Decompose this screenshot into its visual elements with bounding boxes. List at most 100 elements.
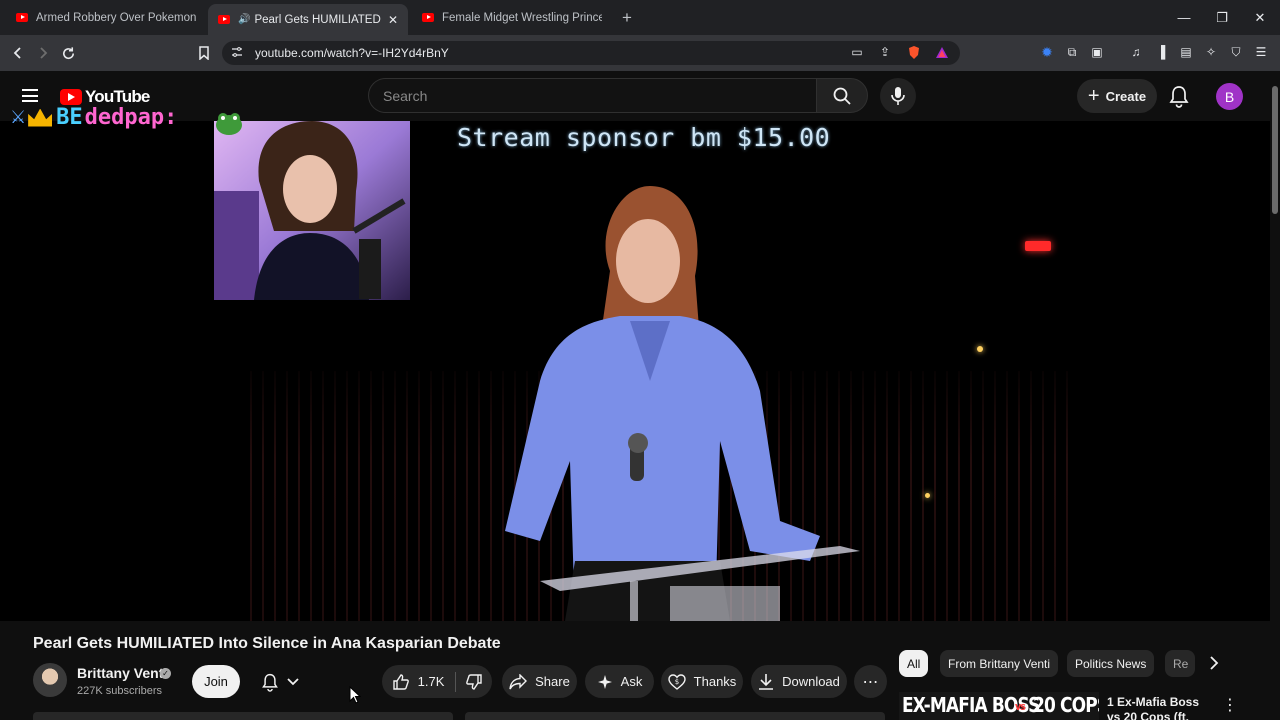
verified-check-icon: ✓ bbox=[160, 668, 171, 679]
frog-emote-icon bbox=[216, 113, 242, 135]
speaker-icon[interactable]: 🔊 bbox=[238, 14, 250, 25]
browser-tab[interactable]: Female Midget Wrestling Princess Lit bbox=[412, 4, 612, 31]
chevron-right-icon[interactable] bbox=[1205, 654, 1223, 672]
streamer-webcam bbox=[214, 121, 410, 300]
channel-avatar[interactable] bbox=[33, 663, 67, 697]
youtube-wordmark: YouTube bbox=[85, 87, 150, 106]
tab-title: Female Midget Wrestling Princess Lit bbox=[442, 11, 602, 24]
thumbs-down-icon bbox=[466, 673, 482, 690]
account-avatar[interactable]: B bbox=[1216, 83, 1243, 110]
bookmark-icon[interactable] bbox=[194, 43, 214, 63]
thanks-button[interactable]: $ Thanks bbox=[661, 665, 743, 698]
join-button[interactable]: Join bbox=[192, 665, 240, 698]
mouse-cursor-icon bbox=[349, 686, 361, 704]
extensions-icon[interactable]: ⧉ bbox=[1064, 44, 1080, 60]
super-thanks-icon: $ bbox=[667, 673, 686, 690]
bell-icon bbox=[262, 673, 278, 692]
microphone-icon bbox=[891, 87, 905, 105]
brave-rewards-icon[interactable] bbox=[934, 44, 950, 60]
ask-label: Ask bbox=[620, 674, 643, 689]
subscription-bell-button[interactable] bbox=[250, 665, 310, 698]
sidebar-icon[interactable]: ▐ bbox=[1153, 44, 1169, 60]
chip-from-channel[interactable]: From Brittany Venti bbox=[940, 650, 1059, 677]
extension-blue-icon[interactable]: ✹ bbox=[1039, 44, 1055, 60]
thanks-label: Thanks bbox=[693, 674, 737, 689]
page-scrollbar-thumb[interactable] bbox=[1272, 86, 1278, 214]
back-button[interactable] bbox=[8, 43, 28, 63]
chat-overlay: ⚔ BE dedpap: bbox=[10, 105, 177, 130]
ask-button[interactable]: Ask bbox=[585, 665, 654, 698]
youtube-favicon-icon bbox=[16, 13, 28, 22]
share-button[interactable]: Share bbox=[502, 665, 577, 698]
stage-light bbox=[925, 493, 930, 498]
chip-politics-news[interactable]: Politics News bbox=[1067, 650, 1155, 677]
new-tab-button[interactable]: + bbox=[622, 8, 632, 28]
youtube-favicon-icon bbox=[422, 13, 434, 22]
chip-related[interactable]: Re bbox=[1165, 650, 1195, 677]
webcam-person bbox=[214, 121, 410, 300]
channel-name[interactable]: Brittany Venti bbox=[77, 665, 167, 681]
thumb-text-right: 20 COPS bbox=[1033, 693, 1099, 717]
create-label: Create bbox=[1105, 88, 1147, 104]
subscriber-count: 227K subscribers bbox=[77, 685, 162, 697]
dislike-button[interactable] bbox=[456, 665, 492, 698]
like-button[interactable]: 1.7K bbox=[382, 665, 454, 698]
download-button[interactable]: Download bbox=[751, 665, 847, 698]
stage-red-light bbox=[1025, 241, 1051, 251]
share-icon bbox=[509, 673, 528, 689]
podium bbox=[540, 546, 860, 621]
crown-icon bbox=[28, 108, 53, 127]
svg-text:$: $ bbox=[674, 678, 678, 686]
create-button[interactable]: + Create bbox=[1077, 79, 1157, 113]
search-icon bbox=[833, 87, 851, 105]
browser-tab[interactable]: Armed Robbery Over Pokemon Card bbox=[6, 4, 206, 31]
guide-menu-icon[interactable] bbox=[22, 89, 38, 102]
chat-username: dedpap: bbox=[84, 105, 178, 130]
sparkle-icon bbox=[597, 674, 612, 689]
restore-button[interactable]: ❐ bbox=[1202, 0, 1242, 35]
browser-tab-active[interactable]: 🔊 Pearl Gets HUMILIATED Into Si ✕ bbox=[208, 4, 408, 35]
download-icon bbox=[759, 673, 774, 690]
close-tab-icon[interactable]: ✕ bbox=[388, 13, 398, 27]
share-label: Share bbox=[535, 674, 570, 689]
more-actions-button[interactable]: ⋯ bbox=[854, 665, 887, 698]
youtube-play-icon bbox=[60, 89, 82, 105]
share-page-icon[interactable]: ⇪ bbox=[877, 44, 893, 60]
browser-menu-icon[interactable]: ☰ bbox=[1253, 44, 1269, 60]
forward-button[interactable] bbox=[33, 43, 53, 63]
thumb-vs: vs bbox=[1015, 700, 1026, 713]
site-info-icon[interactable] bbox=[229, 44, 245, 60]
sponsor-overlay: Stream sponsor bm $15.00 bbox=[457, 123, 831, 152]
leo-ai-icon[interactable]: ✧ bbox=[1203, 44, 1219, 60]
reader-mode-icon[interactable]: ▣ bbox=[1089, 44, 1105, 60]
comment-section-preview bbox=[33, 712, 453, 720]
video-player[interactable] bbox=[0, 121, 1270, 621]
brave-shields-icon[interactable] bbox=[906, 44, 922, 60]
youtube-favicon-icon bbox=[218, 15, 230, 24]
reload-button[interactable] bbox=[58, 43, 78, 63]
stage-light bbox=[977, 346, 983, 352]
media-icon[interactable]: ♫ bbox=[1128, 44, 1144, 60]
vpn-icon[interactable]: ⛉ bbox=[1228, 44, 1244, 60]
url-text[interactable]: youtube.com/watch?v=-IH2Yd4rBnY bbox=[255, 46, 449, 60]
chat-badge: BE bbox=[56, 105, 83, 130]
notifications-button[interactable] bbox=[1168, 84, 1194, 110]
description-preview bbox=[465, 712, 885, 720]
youtube-logo[interactable]: YouTube bbox=[60, 87, 150, 107]
more-vert-icon[interactable]: ⋮ bbox=[1222, 695, 1238, 715]
minimize-button[interactable]: — bbox=[1164, 0, 1204, 35]
search-input[interactable]: Search bbox=[368, 78, 816, 113]
thumbs-up-icon bbox=[392, 673, 409, 690]
cast-icon[interactable]: ▭ bbox=[849, 44, 865, 60]
download-label: Download bbox=[782, 674, 840, 689]
search-placeholder: Search bbox=[383, 88, 428, 104]
chip-all[interactable]: All bbox=[899, 650, 929, 677]
wallet-icon[interactable]: ▤ bbox=[1178, 44, 1194, 60]
like-count: 1.7K bbox=[417, 674, 445, 689]
voice-search-button[interactable] bbox=[880, 78, 916, 114]
recommendation-title[interactable]: 1 Ex-Mafia Boss vs 20 Cops (ft. Micha bbox=[1107, 695, 1207, 720]
window-close-button[interactable]: ✕ bbox=[1240, 0, 1280, 35]
tab-title: Armed Robbery Over Pokemon Card bbox=[36, 11, 196, 24]
search-button[interactable] bbox=[816, 78, 868, 113]
recommendation-thumbnail[interactable]: EX-MAFIA BOSS vs 20 COPS bbox=[899, 692, 1099, 720]
